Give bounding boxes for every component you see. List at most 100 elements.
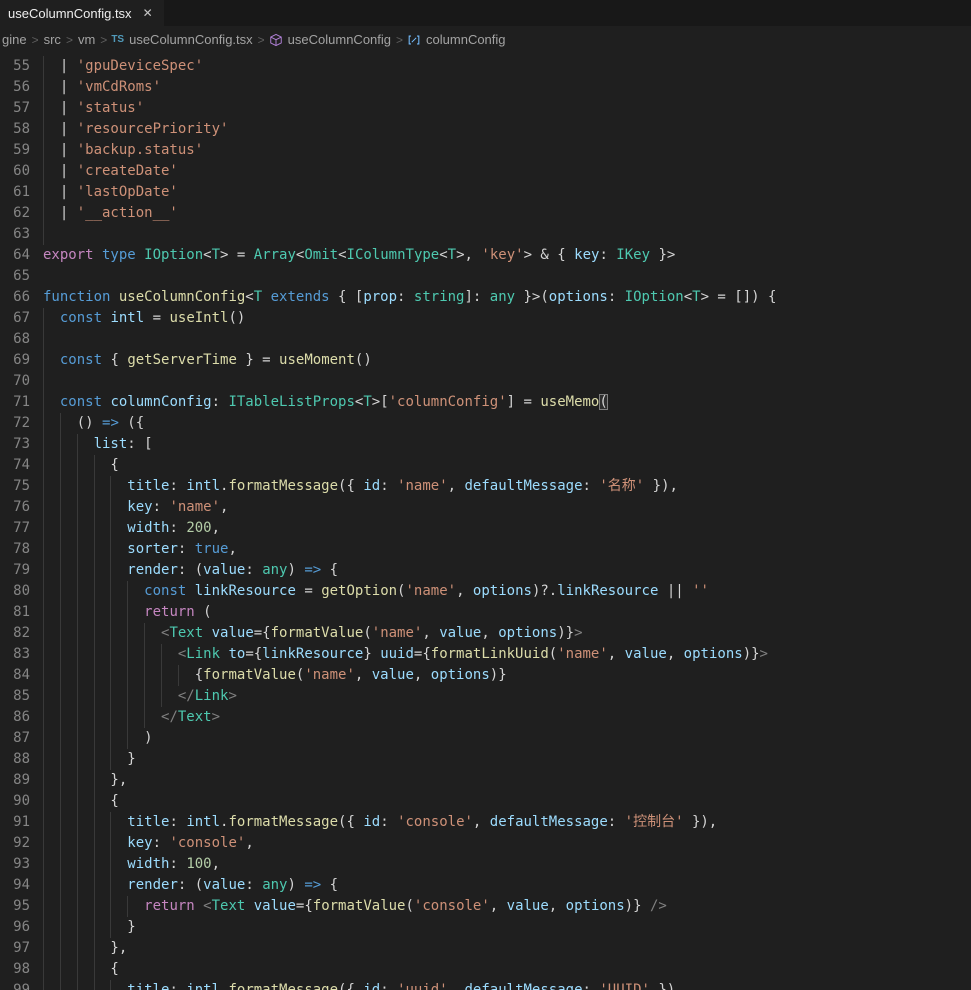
code-line[interactable]: 90 { [0, 791, 971, 812]
code-line[interactable]: 91 title: intl.formatMessage({ id: 'cons… [0, 812, 971, 833]
line-number[interactable]: 71 [0, 392, 30, 413]
line-number[interactable]: 93 [0, 854, 30, 875]
code-line[interactable]: 55 | 'gpuDeviceSpec' [0, 56, 971, 77]
code-line[interactable]: 65 [0, 266, 971, 287]
line-number[interactable]: 90 [0, 791, 30, 812]
code-line[interactable]: 63 [0, 224, 971, 245]
line-number[interactable]: 92 [0, 833, 30, 854]
line-number[interactable]: 77 [0, 518, 30, 539]
code-line[interactable]: 64export type IOption<T> = Array<Omit<IC… [0, 245, 971, 266]
code-line[interactable]: 66function useColumnConfig<T extends { [… [0, 287, 971, 308]
code-line[interactable]: 72 () => ({ [0, 413, 971, 434]
code-line[interactable]: 76 key: 'name', [0, 497, 971, 518]
code-line[interactable]: 97 }, [0, 938, 971, 959]
line-number[interactable]: 70 [0, 371, 30, 392]
code-line[interactable]: 89 }, [0, 770, 971, 791]
line-number[interactable]: 62 [0, 203, 30, 224]
line-number[interactable]: 86 [0, 707, 30, 728]
code-line[interactable]: 96 } [0, 917, 971, 938]
code-line[interactable]: 79 render: (value: any) => { [0, 560, 971, 581]
line-number[interactable]: 82 [0, 623, 30, 644]
code-line[interactable]: 86 </Text> [0, 707, 971, 728]
line-number[interactable]: 76 [0, 497, 30, 518]
line-number[interactable]: 65 [0, 266, 30, 287]
code-line[interactable]: 62 | '__action__' [0, 203, 971, 224]
breadcrumb-item-symbol[interactable]: columnConfig [425, 32, 507, 47]
code-line[interactable]: 68 [0, 329, 971, 350]
code-line[interactable]: 60 | 'createDate' [0, 161, 971, 182]
tab-usecolumnconfig[interactable]: useColumnConfig.tsx ✕ [0, 0, 164, 26]
line-number[interactable]: 95 [0, 896, 30, 917]
line-number[interactable]: 61 [0, 182, 30, 203]
breadcrumb-item-function[interactable]: useColumnConfig [287, 32, 392, 47]
line-number[interactable]: 79 [0, 560, 30, 581]
line-number[interactable]: 97 [0, 938, 30, 959]
line-number[interactable]: 69 [0, 350, 30, 371]
code-line[interactable]: 71 const columnConfig: ITableListProps<T… [0, 392, 971, 413]
line-number[interactable]: 84 [0, 665, 30, 686]
code-line[interactable]: 73 list: [ [0, 434, 971, 455]
code-line[interactable]: 94 render: (value: any) => { [0, 875, 971, 896]
code-line[interactable]: 67 const intl = useIntl() [0, 308, 971, 329]
line-number[interactable]: 99 [0, 980, 30, 990]
code-line[interactable]: 77 width: 200, [0, 518, 971, 539]
breadcrumb-item-file[interactable]: useColumnConfig.tsx [128, 32, 254, 47]
breadcrumb-item-project[interactable]: gine [1, 32, 28, 47]
line-number[interactable]: 91 [0, 812, 30, 833]
code-line[interactable]: 56 | 'vmCdRoms' [0, 77, 971, 98]
line-number[interactable]: 55 [0, 56, 30, 77]
line-number[interactable]: 98 [0, 959, 30, 980]
code-line[interactable]: 84 {formatValue('name', value, options)} [0, 665, 971, 686]
line-number[interactable]: 68 [0, 329, 30, 350]
code-line[interactable]: 80 const linkResource = getOption('name'… [0, 581, 971, 602]
line-number[interactable]: 67 [0, 308, 30, 329]
line-number[interactable]: 75 [0, 476, 30, 497]
code-line[interactable]: 99 title: intl.formatMessage({ id: 'uuid… [0, 980, 971, 990]
line-number[interactable]: 83 [0, 644, 30, 665]
code-line[interactable]: 75 title: intl.formatMessage({ id: 'name… [0, 476, 971, 497]
line-number[interactable]: 74 [0, 455, 30, 476]
breadcrumb-item-vm[interactable]: vm [77, 32, 96, 47]
line-number[interactable]: 60 [0, 161, 30, 182]
code-line[interactable]: 98 { [0, 959, 971, 980]
code-line[interactable]: 81 return ( [0, 602, 971, 623]
breadcrumb-item-src[interactable]: src [43, 32, 62, 47]
code-line[interactable]: 59 | 'backup.status' [0, 140, 971, 161]
code-line[interactable]: 87 ) [0, 728, 971, 749]
line-number[interactable]: 96 [0, 917, 30, 938]
code-line[interactable]: 93 width: 100, [0, 854, 971, 875]
line-number[interactable]: 59 [0, 140, 30, 161]
line-number[interactable]: 85 [0, 686, 30, 707]
line-number[interactable]: 73 [0, 434, 30, 455]
code-line[interactable]: 85 </Link> [0, 686, 971, 707]
code-line[interactable]: 61 | 'lastOpDate' [0, 182, 971, 203]
line-number[interactable]: 89 [0, 770, 30, 791]
code-line[interactable]: 78 sorter: true, [0, 539, 971, 560]
line-number[interactable]: 57 [0, 98, 30, 119]
line-number[interactable]: 63 [0, 224, 30, 245]
line-number[interactable]: 81 [0, 602, 30, 623]
code-line[interactable]: 88 } [0, 749, 971, 770]
line-number[interactable]: 88 [0, 749, 30, 770]
line-number[interactable]: 80 [0, 581, 30, 602]
line-number[interactable]: 64 [0, 245, 30, 266]
code-line[interactable]: 69 const { getServerTime } = useMoment() [0, 350, 971, 371]
code-editor[interactable]: 55 | 'gpuDeviceSpec'56 | 'vmCdRoms'57 | … [0, 52, 971, 990]
line-number[interactable]: 94 [0, 875, 30, 896]
line-number[interactable]: 78 [0, 539, 30, 560]
close-icon[interactable]: ✕ [141, 6, 155, 20]
code-line[interactable]: 57 | 'status' [0, 98, 971, 119]
code-line[interactable]: 74 { [0, 455, 971, 476]
code-line[interactable]: 82 <Text value={formatValue('name', valu… [0, 623, 971, 644]
code-line[interactable]: 95 return <Text value={formatValue('cons… [0, 896, 971, 917]
line-number[interactable]: 56 [0, 77, 30, 98]
line-number[interactable]: 72 [0, 413, 30, 434]
tab-title: useColumnConfig.tsx [8, 6, 132, 21]
code-line[interactable]: 70 [0, 371, 971, 392]
code-line[interactable]: 83 <Link to={linkResource} uuid={formatL… [0, 644, 971, 665]
code-line[interactable]: 58 | 'resourcePriority' [0, 119, 971, 140]
code-line[interactable]: 92 key: 'console', [0, 833, 971, 854]
line-number[interactable]: 66 [0, 287, 30, 308]
line-number[interactable]: 58 [0, 119, 30, 140]
line-number[interactable]: 87 [0, 728, 30, 749]
